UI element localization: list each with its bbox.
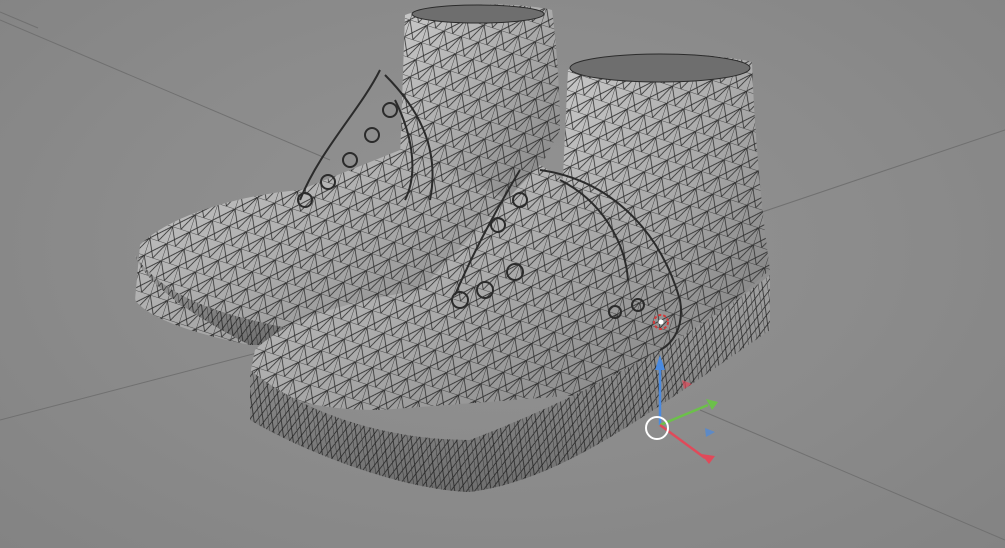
viewport-canvas[interactable] — [0, 0, 1005, 548]
3d-viewport[interactable] — [0, 0, 1005, 548]
y-axis-arrow-icon[interactable] — [706, 399, 718, 410]
x-axis-arrow-icon[interactable] — [701, 454, 715, 464]
z-plane-handle-icon[interactable] — [705, 428, 715, 437]
x-axis-handle[interactable] — [659, 423, 706, 460]
